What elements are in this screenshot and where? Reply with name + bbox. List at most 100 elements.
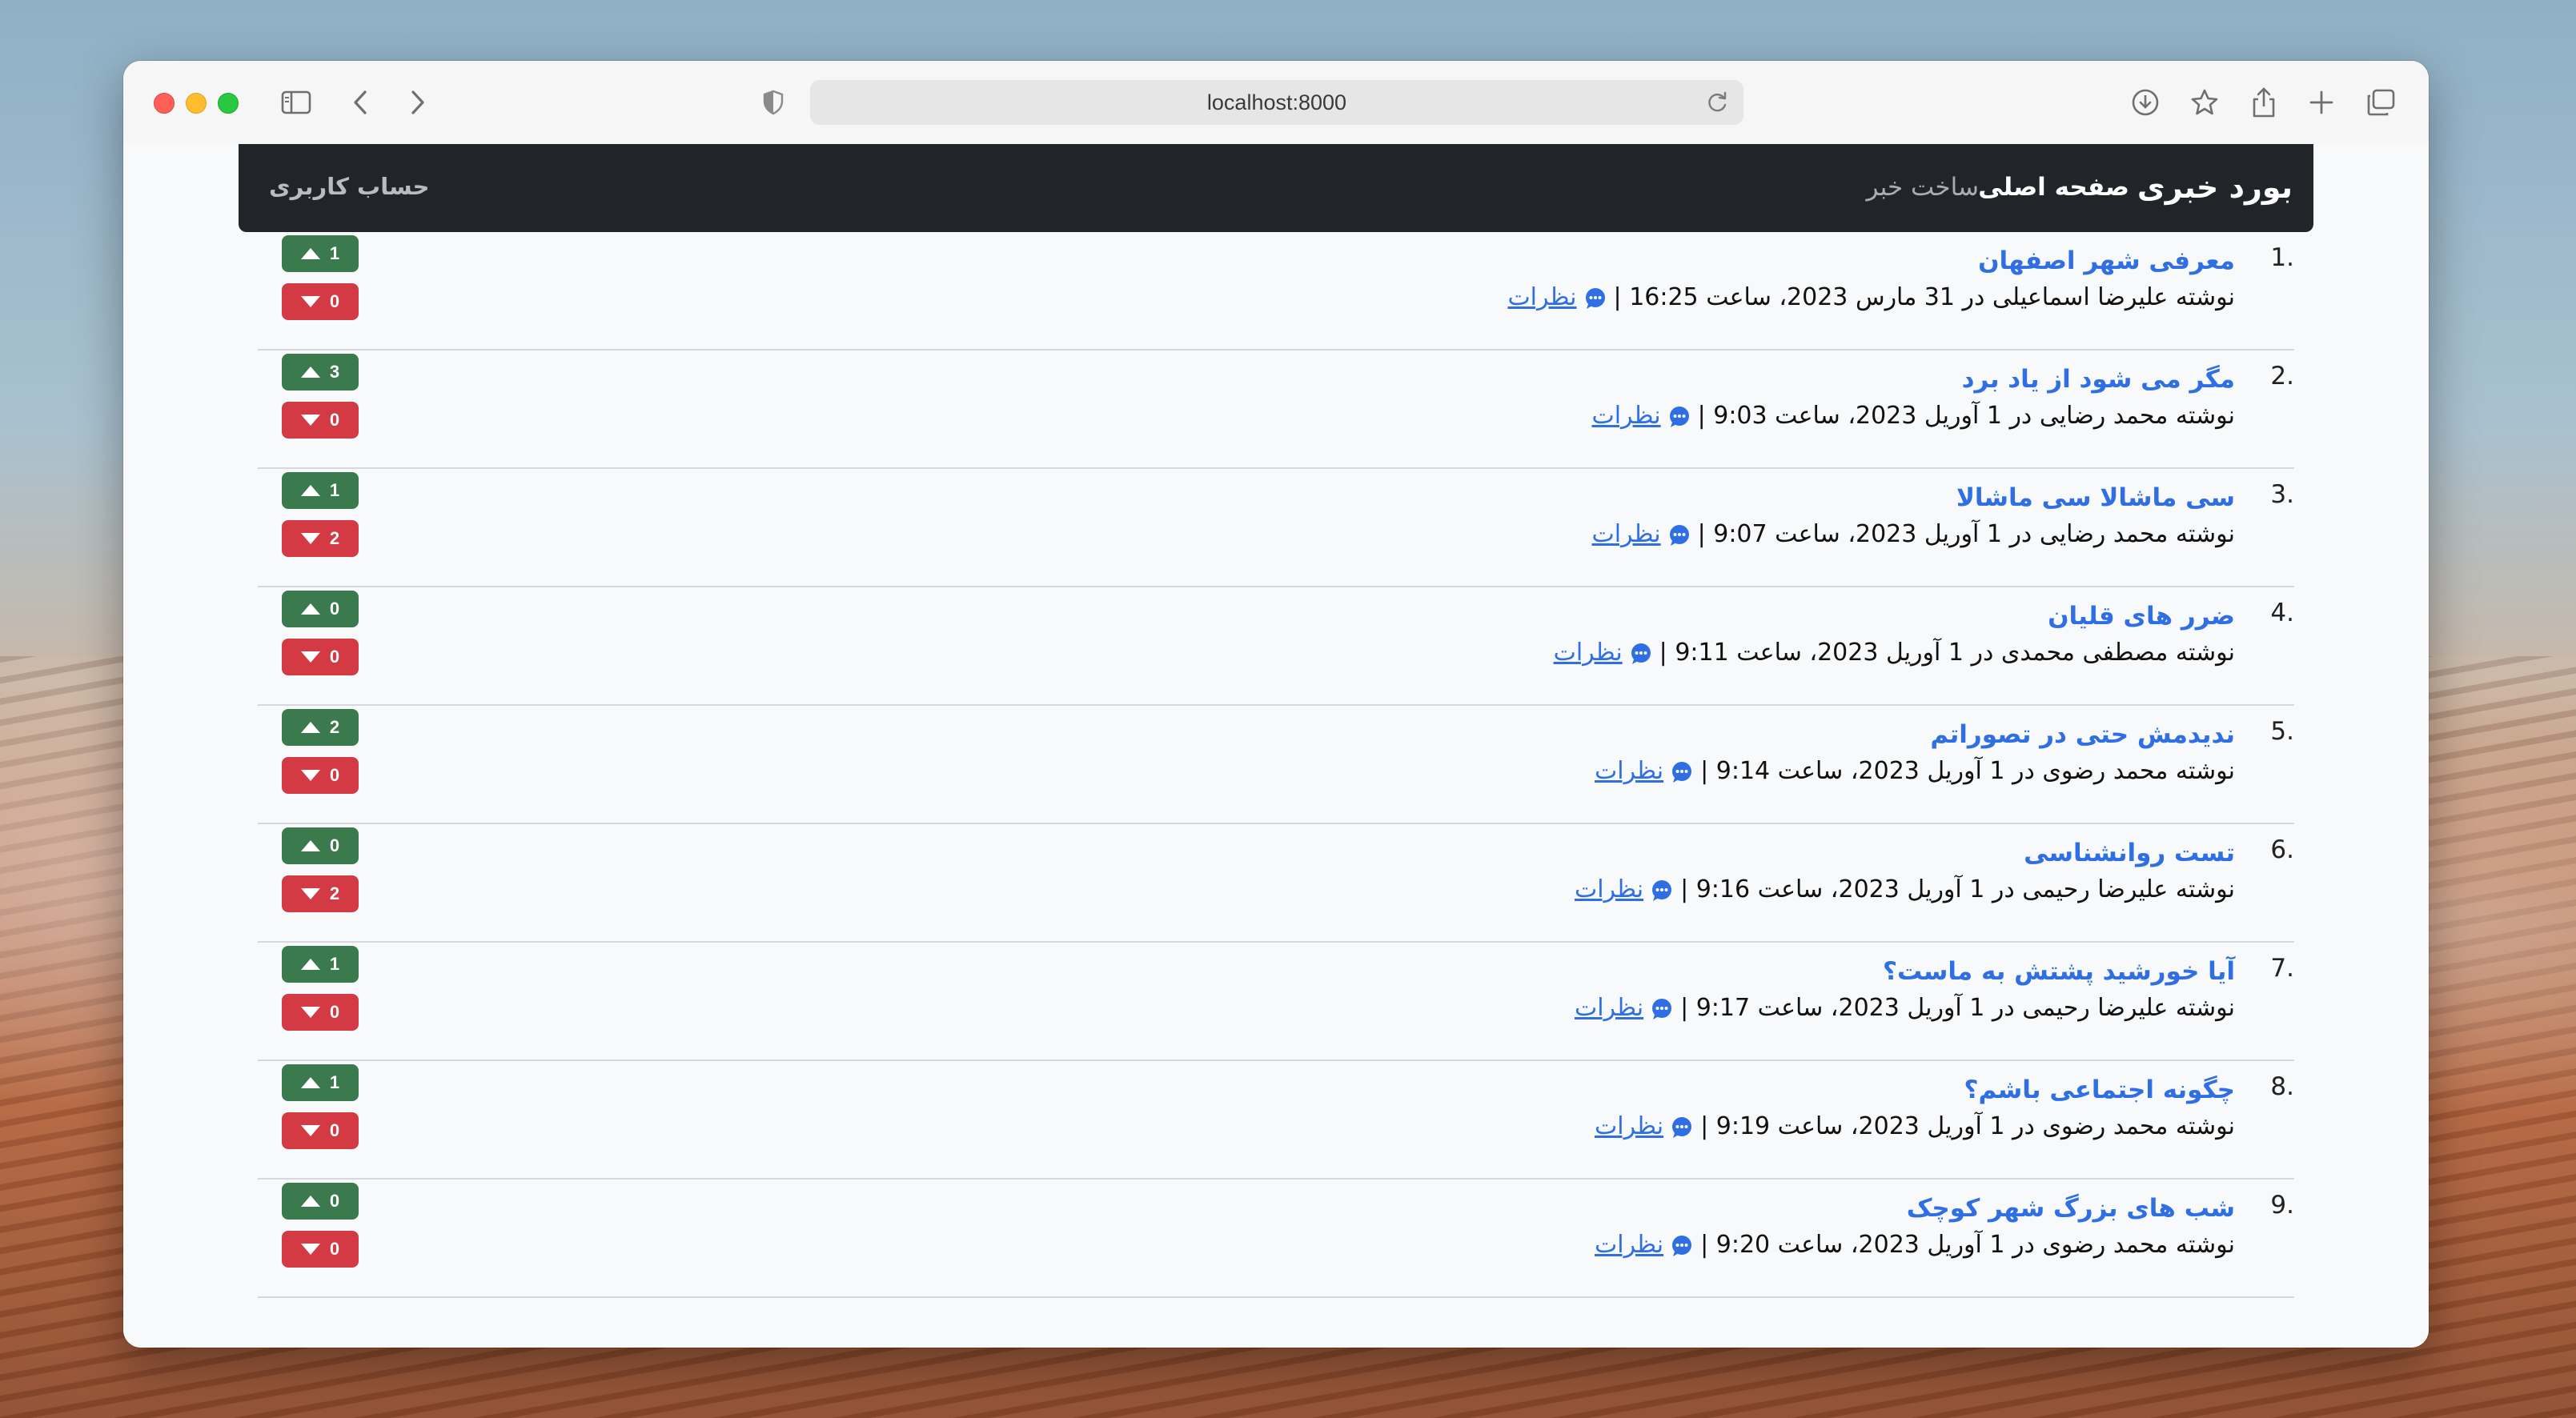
upvote-button[interactable]: 1 [282,235,359,272]
post-rank: 5. [2270,717,2294,746]
reload-icon[interactable] [1700,85,1735,126]
upvote-count: 1 [329,954,340,974]
post-meta: نوشته علیرضا اسماعیلی در 31 مارس 2023، س… [1613,283,2235,311]
upvote-button[interactable]: 0 [282,1183,359,1220]
caret-down-icon [300,533,320,544]
downvote-count: 2 [329,883,340,903]
site-brand[interactable]: بورد خبری [2137,170,2293,205]
nav-account-link[interactable]: حساب کاربری [269,173,430,200]
comments-link[interactable]: نظرات [1591,520,1660,548]
upvote-count: 1 [329,1072,340,1092]
comment-icon [1672,761,1692,783]
caret-up-icon [300,840,320,851]
caret-down-icon [300,1007,320,1018]
tab-overview-icon[interactable] [2361,83,2400,122]
caret-up-icon [300,1077,320,1088]
list-item: 2 0 5. ندیدمش حتی در تصوراتم نوشته محمد … [258,706,2294,824]
upvote-button[interactable]: 3 [282,354,359,391]
post-meta: نوشته مصطفی محمدی در 1 آوریل 2023، ساعت … [1659,639,2235,667]
post-rank: 2. [2270,362,2294,391]
post-title-link[interactable]: مگر می شود از یاد برد [1962,365,2235,394]
bookmark-star-icon[interactable] [2185,83,2224,122]
upvote-button[interactable]: 0 [282,591,359,627]
upvote-button[interactable]: 2 [282,709,359,746]
post-title-link[interactable]: معرفی شهر اصفهان [1978,246,2235,275]
post-title-link[interactable]: تست روانشناسی [2024,839,2235,867]
post-title-link[interactable]: شب های بزرگ شهر کوچک [1907,1194,2235,1223]
caret-up-icon [300,959,320,970]
downvote-count: 0 [329,410,340,430]
post-rank: 7. [2270,954,2294,983]
post-rank: 9. [2270,1191,2294,1220]
privacy-shield-icon[interactable] [754,83,792,122]
comment-icon [1652,998,1672,1019]
comment-icon [1672,1235,1692,1256]
downvote-count: 0 [329,765,340,785]
comment-icon [1585,287,1605,309]
post-title-link[interactable]: ضرر های قلیان [2048,602,2235,631]
caret-down-icon [300,1125,320,1136]
downvote-count: 2 [329,528,340,548]
post-rank: 1. [2270,243,2294,272]
back-icon[interactable] [341,83,379,122]
post-title-link[interactable]: سی ماشالا سی ماشالا [1956,483,2235,512]
caret-up-icon [300,485,320,496]
upvote-button[interactable]: 1 [282,472,359,509]
upvote-button[interactable]: 1 [282,1064,359,1101]
comments-link[interactable]: نظرات [1591,402,1660,430]
url-text: localhost:8000 [1206,90,1347,114]
comments-link[interactable]: نظرات [1595,757,1663,785]
list-item: 0 0 9. شب های بزرگ شهر کوچک نوشته محمد ر… [258,1180,2294,1298]
zoom-window-button[interactable] [218,93,239,114]
list-item: 1 2 3. سی ماشالا سی ماشالا نوشته محمد رض… [258,469,2294,587]
downvote-button[interactable]: 0 [282,994,359,1031]
share-icon[interactable] [2245,83,2283,122]
comments-link[interactable]: نظرات [1595,1112,1663,1140]
address-bar[interactable]: localhost:8000 [810,80,1743,125]
downvote-count: 0 [329,1002,340,1022]
post-title-link[interactable]: ندیدمش حتی در تصوراتم [1930,720,2235,749]
minimize-window-button[interactable] [186,93,207,114]
comments-link[interactable]: نظرات [1575,875,1643,903]
downvote-button[interactable]: 0 [282,639,359,675]
comments-link[interactable]: نظرات [1507,283,1576,311]
sidebar-icon[interactable] [277,83,315,122]
nav-create-post-link[interactable]: ساخت خبر [1867,173,1980,202]
downvote-button[interactable]: 0 [282,402,359,439]
downloads-icon[interactable] [2126,83,2165,122]
downvote-count: 0 [329,647,340,667]
post-meta: نوشته محمد رضوی در 1 آوریل 2023، ساعت 9:… [1700,1231,2235,1259]
list-item: 0 2 6. تست روانشناسی نوشته علیرضا رحیمی … [258,824,2294,943]
downvote-button[interactable]: 2 [282,875,359,912]
comments-link[interactable]: نظرات [1595,1231,1663,1259]
upvote-button[interactable]: 0 [282,827,359,864]
post-rank: 6. [2270,835,2294,864]
comment-icon [1672,1116,1692,1138]
post-title-link[interactable]: آیا خورشید پشتش به ماست؟ [1883,957,2235,986]
downvote-button[interactable]: 0 [282,283,359,320]
post-rank: 8. [2270,1072,2294,1101]
downvote-button[interactable]: 0 [282,757,359,794]
caret-down-icon [300,770,320,781]
post-title-link[interactable]: چگونه اجتماعی باشم؟ [1964,1076,2235,1104]
upvote-count: 0 [329,835,340,855]
browser-toolbar: localhost:8000 [123,61,2429,146]
upvote-button[interactable]: 1 [282,946,359,983]
comment-icon [1631,643,1651,664]
upvote-count: 1 [329,480,340,500]
new-tab-icon[interactable] [2302,83,2341,122]
list-item: 1 0 7. آیا خورشید پشتش به ماست؟ نوشته عل… [258,943,2294,1061]
post-meta: نوشته علیرضا رحیمی در 1 آوریل 2023، ساعت… [1680,875,2235,903]
downvote-button[interactable]: 0 [282,1112,359,1149]
post-meta: نوشته محمد رضوی در 1 آوریل 2023، ساعت 9:… [1700,757,2235,785]
downvote-button[interactable]: 0 [282,1231,359,1268]
page-content: بورد خبری صفحه اصلی ساخت خبر حساب کاربری… [123,144,2429,1348]
forward-icon[interactable] [399,83,437,122]
post-meta: نوشته محمد رضایی در 1 آوریل 2023، ساعت 9… [1697,402,2235,430]
downvote-button[interactable]: 2 [282,520,359,557]
nav-home-link[interactable]: صفحه اصلی [1978,173,2129,202]
comments-link[interactable]: نظرات [1554,639,1623,667]
upvote-count: 3 [329,362,340,382]
comments-link[interactable]: نظرات [1575,994,1643,1022]
close-window-button[interactable] [154,93,175,114]
